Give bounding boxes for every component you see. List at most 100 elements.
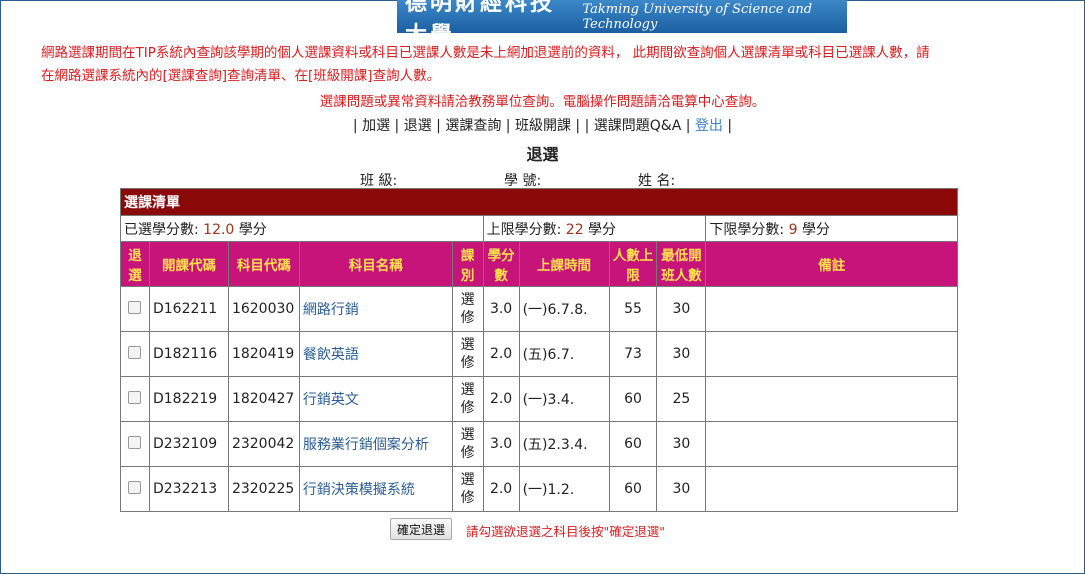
course-name-link[interactable]: 行銷決策模擬系統 (303, 482, 415, 498)
student-name-label: 姓 名: (638, 173, 676, 189)
course-min: 30 (656, 331, 707, 377)
course-min: 25 (656, 376, 707, 422)
col-time: 上課時間 (518, 241, 610, 287)
course-name-cell: 行銷決策模擬系統 (298, 466, 453, 512)
col-course-code: 科目代碼 (227, 241, 300, 287)
offer-code: D162211 (148, 286, 229, 332)
course-credits: 3.0 (482, 286, 520, 332)
offer-code: D182219 (148, 376, 229, 422)
page-title: 退選 (526, 145, 559, 164)
course-time: (一)3.4. (518, 376, 610, 422)
course-note (705, 331, 958, 377)
course-name-link[interactable]: 服務業行銷個案分析 (303, 437, 429, 453)
caption-text: 選課清單 (120, 188, 958, 216)
course-credits: 2.0 (482, 466, 520, 512)
course-time: (五)6.7. (518, 331, 610, 377)
course-code: 2320225 (227, 466, 300, 512)
drop-checkbox[interactable] (128, 390, 142, 404)
course-note (705, 421, 958, 467)
drop-checkbox[interactable] (128, 345, 142, 359)
table-header: 退選 開課代碼 科目代碼 科目名稱 課別 學分數 上課時間 人數上限 最低開班人… (120, 241, 958, 287)
course-time: (一)6.7.8. (518, 286, 610, 332)
course-note (705, 376, 958, 422)
course-name-link[interactable]: 網路行銷 (303, 302, 359, 318)
course-time: (一)1.2. (518, 466, 610, 512)
nav-separator: | (575, 118, 581, 134)
course-code: 1820427 (227, 376, 300, 422)
course-kind-cell: 選修 (451, 421, 484, 467)
table-row: D182219 1820427 行銷英文 選修 2.0 (一)3.4. 60 2… (120, 376, 958, 422)
course-list-caption: 選課清單 (120, 188, 958, 216)
drop-checkbox[interactable] (128, 435, 142, 449)
course-credits: 2.0 (482, 376, 520, 422)
col-min: 最低開班人數 (656, 241, 707, 287)
student-id-label: 學 號: (504, 173, 542, 189)
notice-line-2: 在網路選課系統內的[選課查詢]查詢清單、在[班級開課]查詢人數。 (41, 68, 441, 84)
drop-checkbox[interactable] (128, 480, 142, 494)
table-row: D182116 1820419 餐飲英語 選修 2.0 (五)6.7. 73 3… (120, 331, 958, 377)
nav-separator: | (727, 118, 733, 134)
col-note: 備註 (705, 241, 958, 287)
nav-separator: | (505, 118, 511, 134)
col-offer-code: 開課代碼 (148, 241, 229, 287)
course-name-cell: 餐飲英語 (298, 331, 453, 377)
university-name-en: Takming University of Science and Techno… (582, 1, 813, 32)
course-kind: 選修 (460, 337, 475, 371)
notice-line-1: 網路選課期間在TIP系統內查詢該學期的個人選課資料或科目已選課人數是未上網加退選… (41, 45, 930, 61)
nav-separator: | (352, 118, 358, 134)
course-credits: 2.0 (482, 331, 520, 377)
nav-separator: | (685, 118, 691, 134)
offer-code: D232109 (148, 421, 229, 467)
course-list-table: 選課清單 已選學分數: 12.0 學分 上限學分數: 22 學分 下限學分數: … (120, 188, 958, 512)
course-name-link[interactable]: 餐飲英語 (303, 347, 359, 363)
drop-checkbox-cell[interactable] (120, 331, 150, 377)
course-cap: 60 (608, 466, 658, 512)
drop-checkbox-cell[interactable] (120, 376, 150, 422)
course-min: 30 (656, 466, 707, 512)
drop-checkbox-cell[interactable] (120, 421, 150, 467)
confirm-drop-button[interactable]: 確定退選 (390, 518, 453, 540)
drop-checkbox-cell[interactable] (120, 466, 150, 512)
col-drop: 退選 (120, 241, 150, 287)
contact-notice: 選課問題或異常資料請洽教務單位查詢。電腦操作問題請洽電算中心查詢。 (319, 94, 766, 110)
drop-checkbox[interactable] (128, 300, 142, 314)
class-label: 班 級: (360, 173, 398, 189)
drop-hint-text: 請勾選欲退選之科目後按"確定退選" (466, 524, 665, 539)
course-min: 30 (656, 421, 707, 467)
nav-query[interactable]: 選課查詢 (445, 118, 501, 134)
nav-separator: | (436, 118, 441, 134)
course-note (705, 286, 958, 332)
drop-checkbox-cell[interactable] (120, 286, 150, 332)
course-name-cell: 服務業行銷個案分析 (298, 421, 453, 467)
col-course-name: 科目名稱 (298, 241, 453, 287)
course-kind: 選修 (460, 382, 475, 416)
offer-code: D232213 (148, 466, 229, 512)
upper-credit-limit: 上限學分數: 22 學分 (482, 215, 707, 242)
lower-credit-limit: 下限學分數: 9 學分 (705, 215, 958, 242)
course-min: 30 (656, 286, 707, 332)
table-row: D232109 2320042 服務業行銷個案分析 選修 3.0 (五)2.3.… (120, 421, 958, 467)
course-name-cell: 網路行銷 (298, 286, 453, 332)
nav-class-courses[interactable]: 班級開課 (515, 118, 571, 134)
nav-logout[interactable]: 登出 (695, 118, 723, 134)
course-time: (五)2.3.4. (518, 421, 610, 467)
course-kind-cell: 選修 (451, 376, 484, 422)
col-credits: 學分數 (482, 241, 520, 287)
course-name-link[interactable]: 行銷英文 (303, 392, 359, 408)
nav-drop[interactable]: 退選 (404, 118, 432, 134)
nav-separator: | (584, 118, 590, 134)
col-cap: 人數上限 (608, 241, 658, 287)
course-code: 1820419 (227, 331, 300, 377)
course-name-cell: 行銷英文 (298, 376, 453, 422)
course-kind: 選修 (460, 292, 475, 326)
nav-qa[interactable]: 選課問題Q&A (594, 118, 682, 134)
course-note (705, 466, 958, 512)
nav-add[interactable]: 加選 (362, 118, 390, 134)
course-kind-cell: 選修 (451, 466, 484, 512)
table-row: D162211 1620030 網路行銷 選修 3.0 (一)6.7.8. 55… (120, 286, 958, 332)
selected-credits: 已選學分數: 12.0 學分 (120, 215, 484, 242)
course-cap: 60 (608, 421, 658, 467)
course-code: 2320042 (227, 421, 300, 467)
course-kind-cell: 選修 (451, 331, 484, 377)
notice-text: 網路選課期間在TIP系統內查詢該學期的個人選課資料或科目已選課人數是未上網加退選… (41, 42, 1041, 88)
